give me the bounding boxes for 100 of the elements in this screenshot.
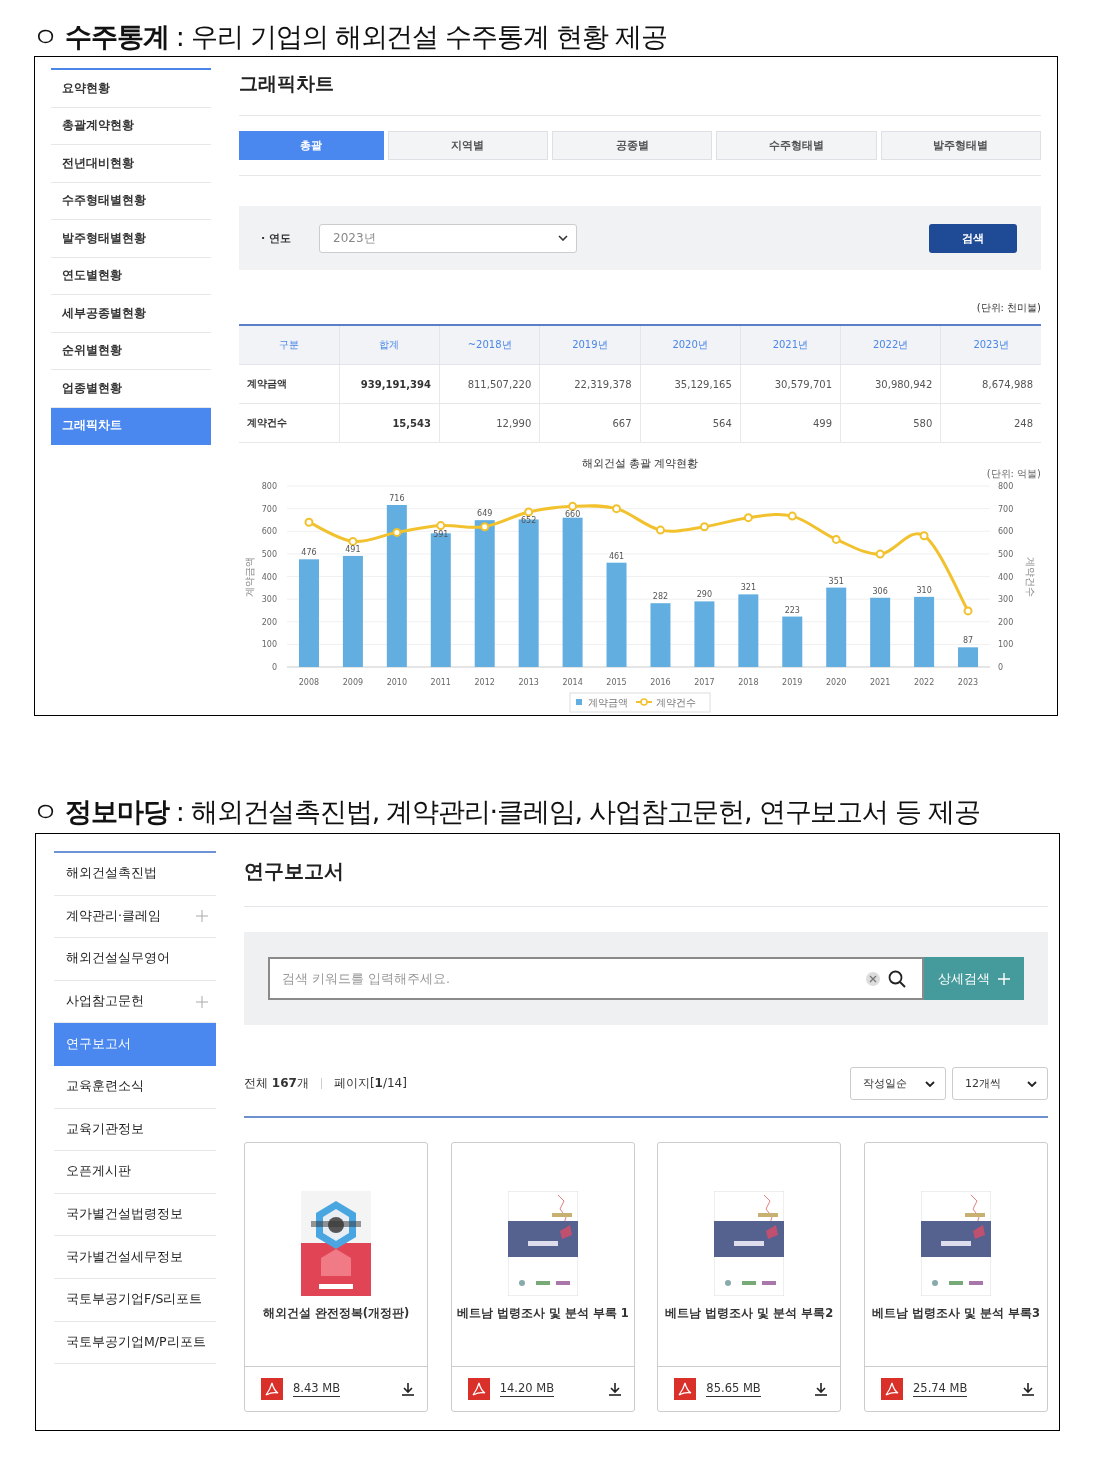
bar xyxy=(914,596,935,667)
page-size-select[interactable]: 12개씩 xyxy=(952,1067,1048,1100)
data-point xyxy=(699,522,709,532)
axis-tick-label: 2008 xyxy=(298,678,320,687)
sidebar-item[interactable]: 세부공종별현황 xyxy=(51,295,211,333)
report-title: 해외건설 완전정복(개정판) xyxy=(262,1306,410,1321)
table-cell: 811,507,220 xyxy=(439,364,540,404)
axis-tick-label: 800 xyxy=(261,482,277,491)
total-count: 전체 167개 xyxy=(244,1075,309,1092)
file-size[interactable]: 25.74 MB xyxy=(913,1381,968,1397)
table-cell: 22,319,378 xyxy=(539,364,640,404)
file-size[interactable]: 8.43 MB xyxy=(293,1381,341,1397)
sidebar-item[interactable]: 오픈게시판 xyxy=(54,1151,216,1194)
axis-tick-label: 700 xyxy=(261,504,277,514)
sidebar-item[interactable]: 순위별현황 xyxy=(51,332,211,370)
legend-label: 계약금액 xyxy=(588,697,628,708)
column-header: ~2018년 xyxy=(439,325,540,365)
axis-tick-label: 400 xyxy=(261,572,277,582)
file-size[interactable]: 85.65 MB xyxy=(706,1381,761,1397)
tab[interactable]: 공종별 xyxy=(551,131,713,160)
pdf-icon xyxy=(467,1378,490,1400)
table-cell: 580 xyxy=(840,403,941,443)
plus-icon xyxy=(998,972,1010,985)
column-header: 2021년 xyxy=(740,325,841,365)
download-icon[interactable] xyxy=(815,1382,828,1396)
download-icon[interactable] xyxy=(1022,1382,1034,1396)
sidebar-item[interactable]: 연도별현황 xyxy=(51,257,211,295)
column-header: 합계 xyxy=(339,325,440,365)
data-point xyxy=(392,527,402,537)
data-label: 87 xyxy=(962,636,974,646)
data-point xyxy=(612,504,622,514)
download-icon[interactable] xyxy=(608,1382,621,1396)
data-point xyxy=(480,522,490,532)
report-card[interactable]: 베트남 법령조사 및 분석 부록 1 14.20 MB xyxy=(450,1142,635,1412)
clear-icon[interactable] xyxy=(866,971,880,986)
axis-tick-label: 600 xyxy=(998,527,1014,537)
sidebar-item[interactable]: 발주형태별현황 xyxy=(51,220,211,258)
search-field[interactable]: 검색 키워드를 입력해주세요. xyxy=(268,957,924,1000)
pdf-icon xyxy=(674,1378,697,1400)
column-header: 2023년 xyxy=(940,325,1041,365)
sort-select[interactable]: 작성일순 xyxy=(850,1067,946,1100)
axis-tick-label: 200 xyxy=(261,617,277,627)
sidebar-item[interactable]: 전년대비현황 xyxy=(51,145,211,183)
data-label: 491 xyxy=(345,544,361,554)
sidebar-item[interactable]: 교육훈련소식 xyxy=(54,1065,216,1109)
row-header: 계약금액 xyxy=(239,364,340,404)
axis-tick-label: 2018 xyxy=(738,678,759,687)
sidebar-item[interactable]: 수주형태별현황 xyxy=(51,182,211,220)
search-button[interactable]: 검색 xyxy=(929,223,1017,253)
data-point xyxy=(655,525,665,535)
search-icon[interactable] xyxy=(888,969,906,988)
axis-tick-label: 2012 xyxy=(474,678,495,687)
data-label: 290 xyxy=(696,590,713,600)
axis-tick-label: 2023 xyxy=(957,678,979,687)
axis-tick-label: 500 xyxy=(998,549,1014,559)
sidebar-item[interactable]: 국토부공기업F/S리포트 xyxy=(54,1278,216,1322)
report-title: 베트남 법령조사 및 분석 부록3 xyxy=(872,1306,1040,1321)
column-header: 2022년 xyxy=(840,325,941,365)
table-cell: 939,191,394 xyxy=(339,364,440,404)
axis-tick-label: 700 xyxy=(998,504,1014,514)
download-icon[interactable] xyxy=(402,1382,414,1396)
axis-tick-label: 0 xyxy=(271,663,277,672)
axis-tick-label: 2014 xyxy=(562,678,583,687)
sidebar-item[interactable]: 교육기관정보 xyxy=(54,1108,216,1152)
data-point xyxy=(304,517,314,527)
section-heading: ㅇ 수주통계 : 우리 기업의 해외건설 수주통계 현황 제공 xyxy=(32,20,668,54)
sidebar-item[interactable]: 총괄계약현황 xyxy=(51,107,211,145)
year-select[interactable]: 2023년 xyxy=(319,223,577,253)
table-cell: 15,543 xyxy=(339,403,440,443)
data-label: 461 xyxy=(608,551,625,561)
sidebar-item[interactable]: 요약현황 xyxy=(51,70,211,108)
sidebar-item[interactable]: 국토부공기업M/P리포트 xyxy=(54,1321,216,1365)
page-title: 연구보고서 xyxy=(244,858,345,885)
axis-tick-label: 2011 xyxy=(430,678,451,687)
table-cell: 564 xyxy=(640,403,741,443)
axis-tick-label: 400 xyxy=(998,572,1014,582)
sidebar-item[interactable]: 해외건설실무영어 xyxy=(54,938,216,981)
data-label: 310 xyxy=(916,585,932,595)
tab[interactable]: 발주형태별 xyxy=(880,131,1042,160)
sidebar-item[interactable]: 해외건설촉진법 xyxy=(54,853,216,896)
file-size[interactable]: 14.20 MB xyxy=(499,1381,555,1397)
sidebar-item[interactable]: 업종별현황 xyxy=(51,370,211,408)
tab[interactable]: 지역별 xyxy=(387,131,548,160)
unit-note: (단위: 천미불) xyxy=(975,301,1041,315)
field-label: · 연도 xyxy=(261,230,292,246)
report-card[interactable]: 해외건설 완전정복(개정판) 8.43 MB xyxy=(244,1142,428,1412)
table-cell: 30,579,701 xyxy=(740,364,841,404)
tab[interactable]: 수주형태별 xyxy=(716,131,877,160)
report-card[interactable]: 베트남 법령조사 및 분석 부록3 25.74 MB xyxy=(864,1142,1048,1412)
table-cell: 499 xyxy=(740,403,841,443)
column-header: 2019년 xyxy=(539,325,640,365)
axis-tick-label: 0 xyxy=(998,663,1004,672)
report-card[interactable]: 베트남 법령조사 및 분석 부록2 85.65 MB xyxy=(657,1142,842,1412)
sidebar-item[interactable]: 국가별건설법령정보 xyxy=(54,1193,216,1237)
sidebar-item[interactable]: 계약관리·클레임 xyxy=(54,895,216,939)
sidebar-item[interactable]: 국가별건설세무정보 xyxy=(54,1236,216,1279)
axis-tick-label: 2020 xyxy=(826,678,847,687)
unit-note: (단위: 억불) xyxy=(986,468,1041,479)
data-point xyxy=(831,534,841,544)
caret-icon xyxy=(558,235,568,241)
